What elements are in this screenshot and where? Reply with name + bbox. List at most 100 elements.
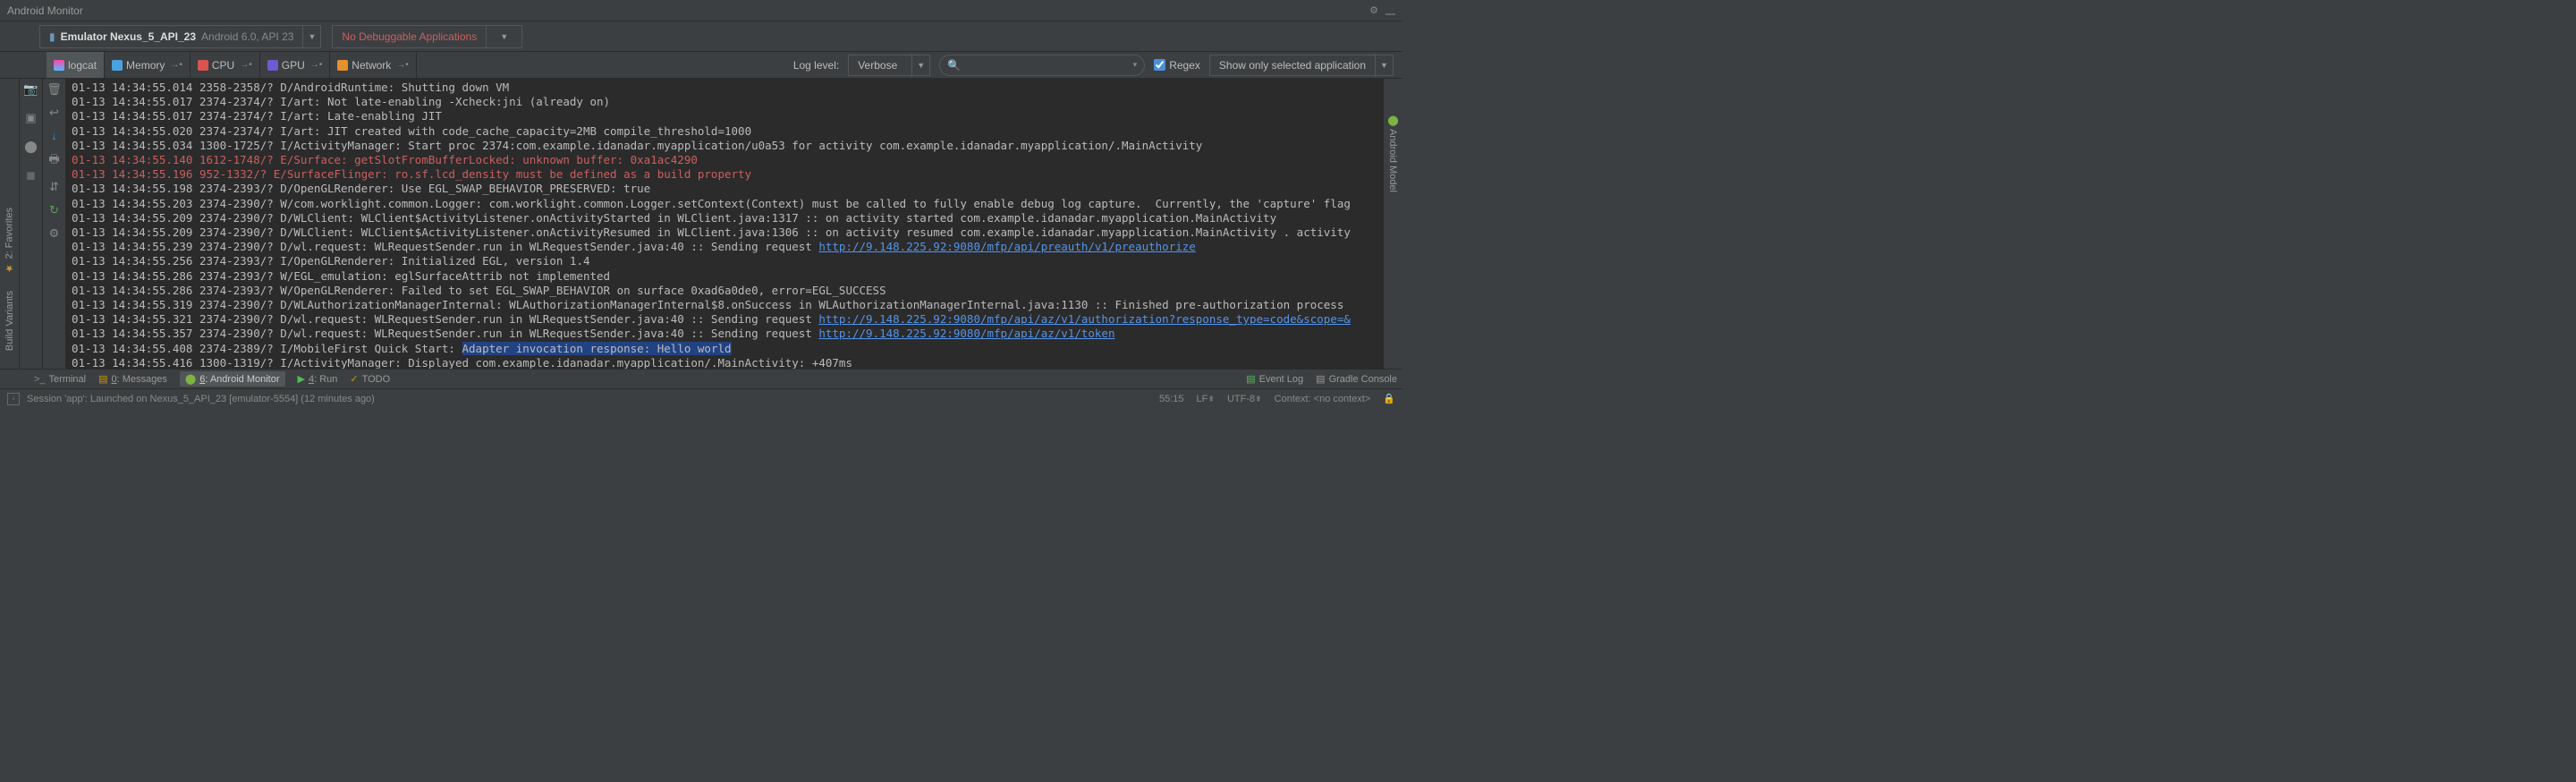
bottom-gradle-console[interactable]: ▤Gradle Console bbox=[1316, 373, 1397, 385]
bottom-event-log[interactable]: ▤Event Log bbox=[1246, 373, 1303, 385]
memory-icon bbox=[112, 60, 123, 71]
tab-label: GPU bbox=[282, 59, 305, 72]
tab-label: logcat bbox=[68, 59, 97, 72]
logcat-output[interactable]: 01-13 14:34:55.014 2358-2358/? D/Android… bbox=[66, 79, 1383, 369]
screen-record-icon[interactable]: ▣ bbox=[25, 111, 36, 125]
log-line[interactable]: 01-13 14:34:55.209 2374-2390/? D/WLClien… bbox=[72, 211, 1383, 225]
loglevel-label: Log level: bbox=[793, 59, 839, 72]
minimize-icon[interactable]: ⎽ bbox=[1385, 4, 1395, 16]
tab-memory[interactable]: Memory →• bbox=[105, 52, 191, 78]
filter-config-icon[interactable]: ⇵ bbox=[49, 180, 59, 194]
log-line[interactable]: 01-13 14:34:55.020 2374-2374/? I/art: JI… bbox=[72, 124, 1383, 139]
log-line[interactable]: 01-13 14:34:55.239 2374-2390/? D/wl.requ… bbox=[72, 240, 1383, 254]
chevron-down-icon[interactable]: ▼ bbox=[1375, 54, 1393, 77]
log-line[interactable]: 01-13 14:34:55.286 2374-2393/? W/EGL_emu… bbox=[72, 269, 1383, 284]
regex-checkbox[interactable] bbox=[1154, 59, 1165, 71]
tab-network[interactable]: Network →• bbox=[330, 52, 417, 78]
settings-icon[interactable]: ⚙ bbox=[49, 226, 60, 241]
filter-selector[interactable]: Show only selected application ▼ bbox=[1209, 55, 1394, 76]
device-selector[interactable]: ▮ Emulator Nexus_5_API_23 Android 6.0, A… bbox=[39, 25, 321, 48]
tab-logcat[interactable]: logcat bbox=[47, 52, 105, 78]
log-url[interactable]: http://9.148.225.92:9080/mfp/api/az/v1/a… bbox=[818, 312, 1351, 326]
bottom-messages[interactable]: ▤0: Messages bbox=[98, 373, 167, 385]
log-gutter-inner: 🗑 ↩ ↓ 🖶 ⇵ ↻ ⚙ bbox=[43, 79, 66, 369]
pin-icon: →• bbox=[240, 60, 252, 70]
chevron-down-icon[interactable]: ▼ bbox=[302, 25, 320, 48]
terminate-icon[interactable]: ◼ bbox=[26, 168, 36, 183]
log-gutter-outer: 📷 ▣ ⬤ ◼ bbox=[20, 79, 43, 369]
log-line[interactable]: 01-13 14:34:55.140 1612-1748/? E/Surface… bbox=[72, 153, 1383, 167]
status-message: Session 'app': Launched on Nexus_5_API_2… bbox=[27, 394, 375, 404]
todo-icon: ✓ bbox=[350, 373, 358, 385]
search-box[interactable]: 🔍 ▾ bbox=[939, 55, 1145, 76]
tab-cpu[interactable]: CPU →• bbox=[191, 52, 260, 78]
log-line[interactable]: 01-13 14:34:55.203 2374-2390/? W/com.wor… bbox=[72, 197, 1383, 211]
sidebar-android-model[interactable]: ⬤ Android Model bbox=[1387, 115, 1399, 192]
gpu-icon bbox=[267, 60, 278, 71]
sidebar-build-variants[interactable]: Build Variants bbox=[4, 291, 15, 351]
trash-icon[interactable]: 🗑 bbox=[47, 82, 62, 97]
filter-value: Show only selected application bbox=[1210, 59, 1375, 72]
messages-icon: ▤ bbox=[98, 373, 107, 385]
cpu-icon bbox=[198, 60, 208, 71]
lock-icon[interactable]: 🔒 bbox=[1383, 393, 1395, 404]
log-highlight: Adapter invocation response: Hello world bbox=[462, 342, 732, 355]
bottom-tool-bar: >_Terminal ▤0: Messages ⬤6: Android Moni… bbox=[0, 369, 1402, 388]
bottom-todo[interactable]: ✓TODO bbox=[350, 373, 390, 385]
regex-label: Regex bbox=[1169, 59, 1200, 72]
scroll-end-icon[interactable]: ↓ bbox=[51, 129, 57, 142]
bottom-run[interactable]: ▶4: Run bbox=[298, 373, 338, 385]
log-line[interactable]: 01-13 14:34:55.416 1300-1319/? I/Activit… bbox=[72, 356, 1383, 369]
log-line[interactable]: 01-13 14:34:55.408 2374-2389/? I/MobileF… bbox=[72, 342, 1383, 356]
device-name-main: Emulator Nexus_5_API_23 bbox=[61, 30, 196, 43]
log-line[interactable]: 01-13 14:34:55.286 2374-2393/? W/OpenGLR… bbox=[72, 284, 1383, 298]
log-line[interactable]: 01-13 14:34:55.209 2374-2390/? D/WLClien… bbox=[72, 225, 1383, 240]
log-line[interactable]: 01-13 14:34:55.196 952-1332/? E/SurfaceF… bbox=[72, 167, 1383, 182]
log-line[interactable]: 01-13 14:34:55.014 2358-2358/? D/Android… bbox=[72, 81, 1383, 95]
toolbar-row: logcat Memory →• CPU →• GPU →• Network →… bbox=[0, 52, 1402, 79]
camera-icon[interactable]: 📷 bbox=[23, 82, 38, 97]
gradle-icon: ▤ bbox=[1316, 373, 1325, 385]
bottom-terminal[interactable]: >_Terminal bbox=[34, 374, 86, 385]
network-icon bbox=[337, 60, 348, 71]
status-icon[interactable]: ▫ bbox=[7, 393, 20, 405]
device-name-suffix: Android 6.0, API 23 bbox=[201, 30, 293, 43]
log-url[interactable]: http://9.148.225.92:9080/mfp/api/preauth… bbox=[818, 240, 1195, 253]
logcat-icon bbox=[54, 60, 64, 71]
tab-label: Memory bbox=[126, 59, 165, 72]
log-line[interactable]: 01-13 14:34:55.034 1300-1725/? I/Activit… bbox=[72, 139, 1383, 153]
wrap-icon[interactable]: ↩ bbox=[49, 106, 59, 120]
log-url[interactable]: http://9.148.225.92:9080/mfp/api/az/v1/t… bbox=[818, 327, 1114, 340]
log-line[interactable]: 01-13 14:34:55.017 2374-2374/? I/art: La… bbox=[72, 109, 1383, 123]
terminal-icon: >_ bbox=[34, 374, 46, 385]
sidebar-favorites[interactable]: ★2: Favorites bbox=[4, 208, 15, 274]
log-line[interactable]: 01-13 14:34:55.319 2374-2390/? D/WLAutho… bbox=[72, 298, 1383, 312]
log-line[interactable]: 01-13 14:34:55.017 2374-2374/? I/art: No… bbox=[72, 95, 1383, 109]
search-input[interactable] bbox=[964, 58, 1133, 72]
tool-sidebar-right: ⬤ Android Model bbox=[1383, 79, 1402, 369]
search-icon: 🔍 bbox=[947, 59, 961, 72]
gear-icon[interactable]: ⚙ bbox=[1369, 4, 1378, 16]
phone-icon: ▮ bbox=[49, 30, 55, 43]
status-encoding[interactable]: UTF-8⇞ bbox=[1227, 394, 1262, 404]
restart-icon[interactable]: ↻ bbox=[49, 203, 59, 217]
pin-icon: →• bbox=[170, 60, 182, 70]
panel-title: Android Monitor bbox=[7, 4, 83, 17]
print-icon[interactable]: 🖶 bbox=[48, 151, 59, 171]
event-log-icon: ▤ bbox=[1246, 373, 1255, 385]
monitor-tabs: logcat Memory →• CPU →• GPU →• Network →… bbox=[47, 52, 417, 78]
log-line[interactable]: 01-13 14:34:55.256 2374-2393/? I/OpenGLR… bbox=[72, 254, 1383, 268]
tab-gpu[interactable]: GPU →• bbox=[260, 52, 331, 78]
status-line-ending[interactable]: LF⇞ bbox=[1197, 394, 1215, 404]
chevron-down-icon[interactable]: ▼ bbox=[486, 25, 521, 48]
log-line[interactable]: 01-13 14:34:55.198 2374-2393/? D/OpenGLR… bbox=[72, 182, 1383, 196]
loglevel-selector[interactable]: Verbose ▼ bbox=[848, 55, 930, 76]
debuggable-app-selector[interactable]: No Debuggable Applications ▼ bbox=[332, 25, 522, 48]
status-context[interactable]: Context: <no context> bbox=[1275, 394, 1371, 404]
bottom-android-monitor[interactable]: ⬤6: Android Monitor bbox=[180, 371, 285, 387]
loglevel-value: Verbose bbox=[849, 59, 911, 72]
log-line[interactable]: 01-13 14:34:55.357 2374-2390/? D/wl.requ… bbox=[72, 327, 1383, 341]
system-info-icon[interactable]: ⬤ bbox=[24, 140, 38, 154]
log-line[interactable]: 01-13 14:34:55.321 2374-2390/? D/wl.requ… bbox=[72, 312, 1383, 327]
chevron-down-icon[interactable]: ▼ bbox=[911, 54, 929, 77]
